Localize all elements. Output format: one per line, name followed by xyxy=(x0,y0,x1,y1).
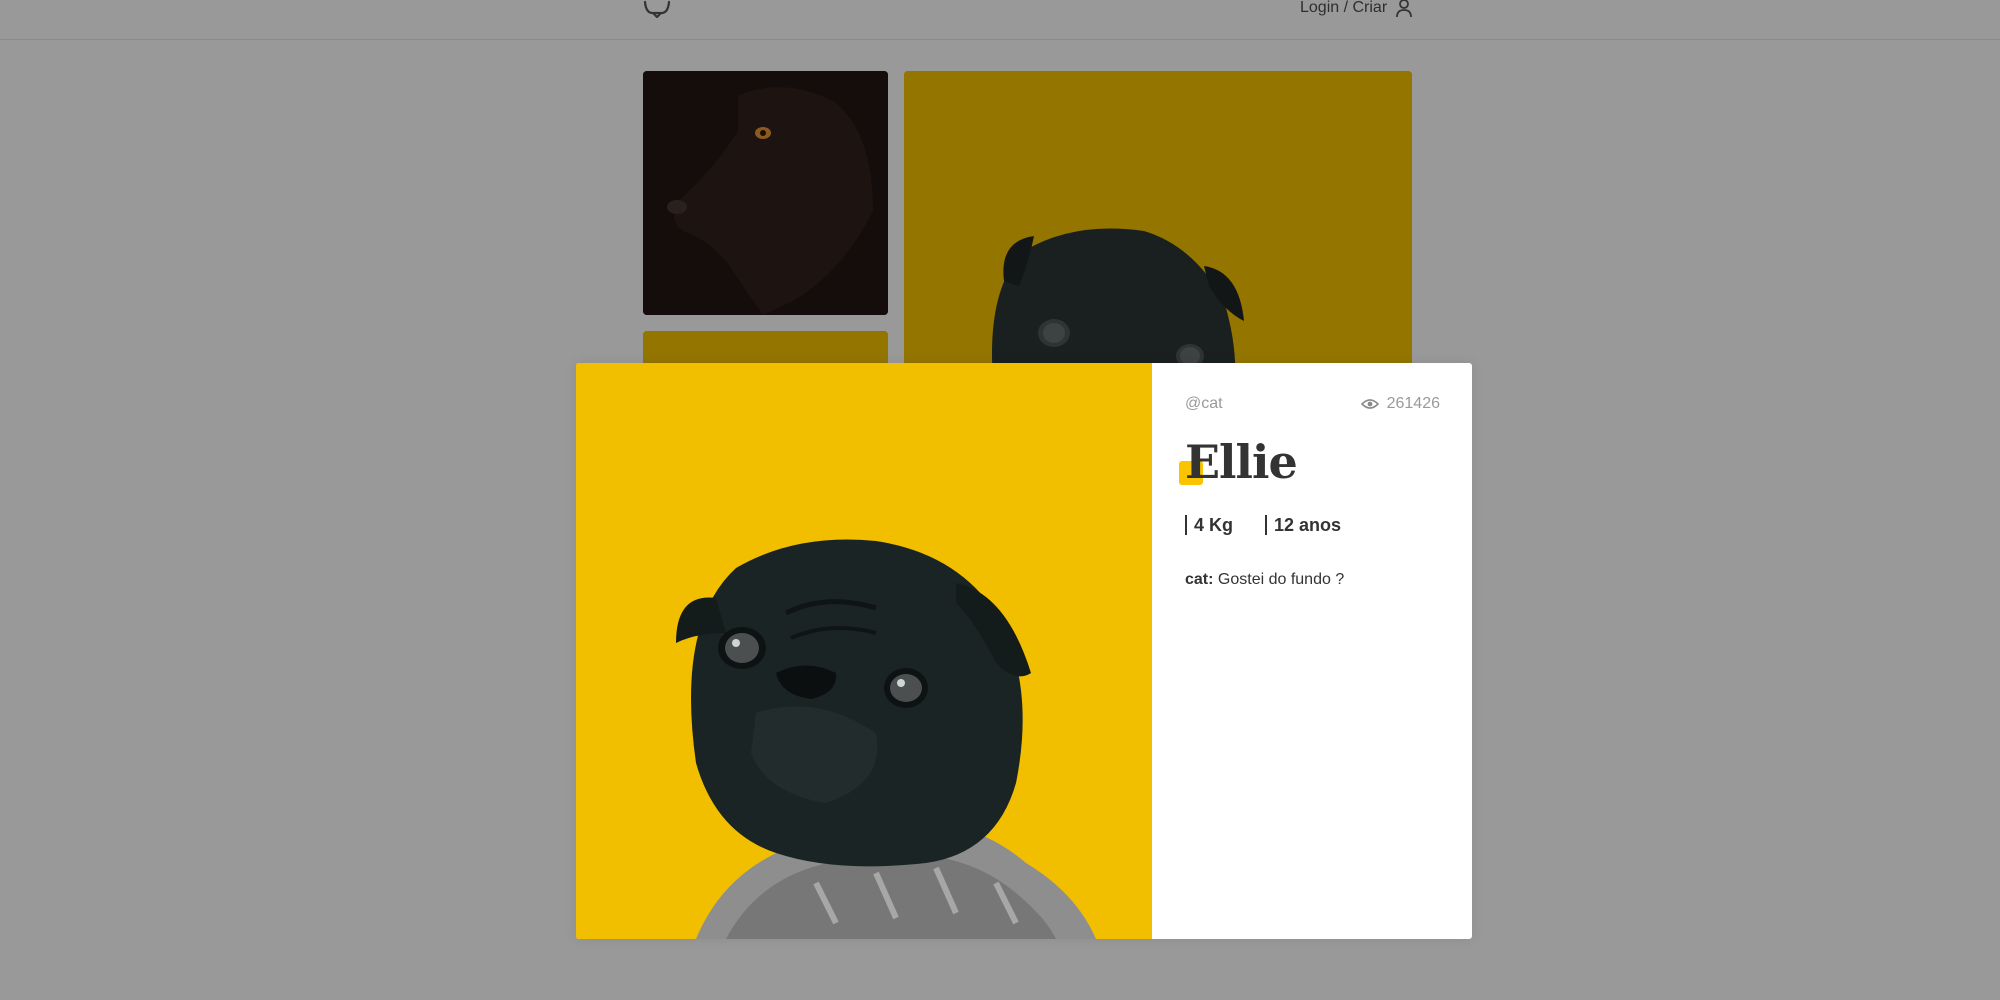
views-count: 261426 xyxy=(1386,395,1440,412)
pug-yellow-photo xyxy=(904,71,1412,391)
eye-icon xyxy=(1360,399,1379,409)
modal-photo xyxy=(576,363,1152,939)
photo-title[interactable]: Ellie xyxy=(1185,435,1298,489)
dog-logo-icon[interactable] xyxy=(642,0,672,19)
login-link[interactable]: Login / Criar xyxy=(1300,0,1413,18)
title-wrap: Ellie xyxy=(1179,435,1298,489)
age-attribute: 12 anos xyxy=(1265,515,1341,535)
feed-photo-black-dog[interactable] xyxy=(643,71,888,315)
photo-attributes: 4 Kg 12 anos xyxy=(1185,515,1341,535)
author-link[interactable]: @cat xyxy=(1185,395,1223,413)
comment-author: cat: xyxy=(1185,571,1214,588)
black-dog-photo xyxy=(643,71,888,315)
views-counter: 261426 xyxy=(1360,395,1440,413)
pug-photo xyxy=(576,363,1152,939)
photo-modal: @cat 261426 Ellie 4 Kg 12 anos cat: Gost… xyxy=(576,363,1472,939)
header: Login / Criar xyxy=(0,0,2000,40)
feed-photo-pug[interactable] xyxy=(904,71,1412,391)
weight-attribute: 4 Kg xyxy=(1185,515,1233,535)
comment-item: cat: Gostei do fundo ? xyxy=(1185,571,1344,589)
user-icon xyxy=(1396,0,1413,18)
photo-details: @cat 261426 Ellie 4 Kg 12 anos cat: Gost… xyxy=(1152,363,1472,939)
comment-text: Gostei do fundo ? xyxy=(1213,571,1345,588)
login-label: Login / Criar xyxy=(1300,0,1388,16)
